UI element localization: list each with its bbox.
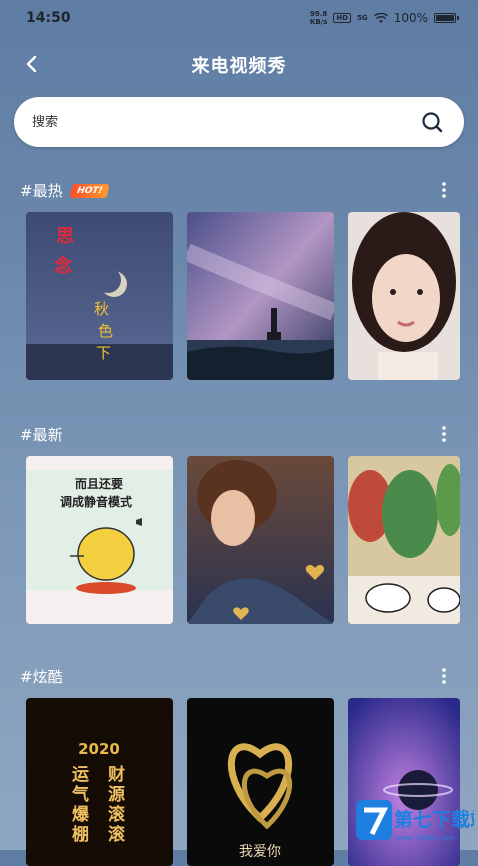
video-thumbnail-girl-golden-hearts[interactable] xyxy=(187,456,334,624)
greeting-char: 滚 xyxy=(108,804,126,825)
status-icons: 99.8 KB/s HD 5G 100% xyxy=(310,10,459,26)
wifi-icon xyxy=(373,12,388,23)
cartoon-text-line2: 调成静音模式 xyxy=(60,494,132,509)
battery-percent: 100% xyxy=(393,11,428,25)
status-time: 14:50 xyxy=(26,10,71,26)
app-header: 来电视频秀 xyxy=(0,44,478,84)
cartoon-text-line1: 而且还要 xyxy=(75,476,123,491)
greeting-char: 滚 xyxy=(108,824,126,845)
search-bar[interactable] xyxy=(14,97,464,147)
net-speed-value: 99.8 xyxy=(310,10,328,18)
section-title: #最新 xyxy=(20,424,63,445)
greeting-char: 源 xyxy=(108,784,125,805)
net-speed-unit: KB/s xyxy=(309,18,328,26)
net-speed: 99.8 KB/s xyxy=(310,10,327,26)
more-options-icon[interactable] xyxy=(436,180,452,200)
search-input[interactable] xyxy=(32,97,412,147)
video-thumbnail-cow-trees[interactable] xyxy=(348,456,460,624)
video-thumbnail-autumn-moon[interactable]: 思 念 秋 色 下 xyxy=(26,212,173,380)
section-title-text: #炫酷 xyxy=(20,668,63,686)
more-options-icon[interactable] xyxy=(436,666,452,686)
watermark-url: www.7down.com xyxy=(396,834,455,842)
video-thumbnail-milky-way[interactable] xyxy=(187,212,334,380)
section-title: #炫酷 xyxy=(20,666,63,687)
section-title-text: #最新 xyxy=(20,426,63,444)
section-title-text: #最热 xyxy=(20,182,63,200)
watermark: 第七下载站 www.7down.com xyxy=(356,800,474,842)
video-thumbnail-girl-portrait[interactable] xyxy=(348,212,460,380)
poem-char: 色 xyxy=(98,322,113,340)
poem-char: 下 xyxy=(96,344,111,362)
video-thumbnail-silent-mode[interactable]: 而且还要 调成静音模式 xyxy=(26,456,173,624)
video-thumbnail-2020-gold[interactable]: 2020 运 气 爆 棚 财 源 滚 滚 xyxy=(26,698,173,866)
poem-char: 念 xyxy=(54,255,72,277)
hd-icon: HD xyxy=(333,13,352,23)
signal-5g-icon: 5G xyxy=(357,14,368,22)
search-icon[interactable] xyxy=(420,110,444,134)
section-new: #最新 而且还要 调成静音模式 xyxy=(0,424,478,634)
poem-char: 思 xyxy=(56,226,74,247)
greeting-char: 棚 xyxy=(72,824,89,845)
love-text: 我爱你 xyxy=(239,844,281,860)
page-title: 来电视频秀 xyxy=(191,56,287,77)
greeting-char: 财 xyxy=(107,764,125,785)
section-title: #最热 HOT! xyxy=(20,180,110,201)
greeting-char: 气 xyxy=(71,784,89,805)
greeting-char: 爆 xyxy=(72,805,90,825)
hot-badge: HOT! xyxy=(69,183,110,198)
poem-char: 秋 xyxy=(94,300,109,318)
section-hot: #最热 HOT! 思 念 秋 色 下 xyxy=(0,180,478,390)
watermark-text: 第七下载站 xyxy=(394,808,474,831)
greeting-char: 运 xyxy=(72,765,89,785)
thumb-year: 2020 xyxy=(78,740,120,758)
status-bar: 14:50 99.8 KB/s HD 5G 100% xyxy=(0,0,478,40)
battery-icon xyxy=(434,13,459,23)
more-options-icon[interactable] xyxy=(436,424,452,444)
